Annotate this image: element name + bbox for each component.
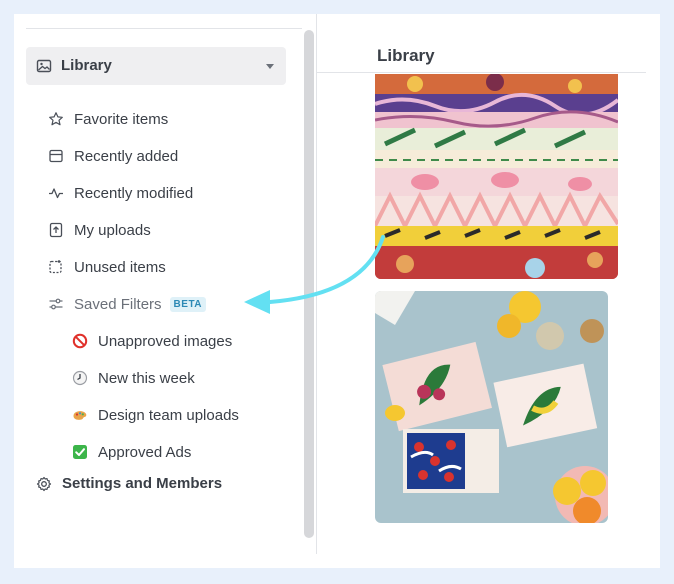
sliders-icon — [49, 298, 63, 310]
filter-item-label: Approved Ads — [98, 443, 192, 461]
library-thumbnail[interactable] — [375, 291, 608, 523]
gear-icon — [36, 476, 52, 491]
filter-item-unapproved-images[interactable]: Unapproved images — [72, 328, 232, 354]
callout-arrow-icon — [244, 235, 385, 314]
unused-icon — [49, 260, 62, 274]
settings-label: Settings and Members — [62, 475, 223, 492]
greeting-cards-image — [375, 291, 608, 523]
palette-icon — [73, 411, 87, 420]
fabric-stack-image — [375, 74, 618, 279]
sidebar-item-label: Recently added — [74, 147, 179, 165]
sidebar-item-label: Recently modified — [74, 184, 194, 202]
sidebar-item-my-uploads[interactable]: My uploads — [48, 217, 151, 243]
prohibited-icon — [72, 333, 88, 349]
filter-item-label: New this week — [98, 369, 195, 387]
filter-item-label: Design team uploads — [98, 406, 239, 424]
beta-badge: BETA — [169, 296, 207, 312]
chevron-down-icon[interactable] — [266, 64, 274, 69]
inbox-icon — [49, 149, 63, 163]
filter-item-label: Unapproved images — [98, 332, 233, 350]
sidebar-item-label: Favorite items — [74, 110, 169, 128]
page-title: Library — [377, 46, 435, 65]
sidebar-item-label: My uploads — [74, 221, 151, 239]
check-icon — [73, 445, 87, 459]
activity-icon — [49, 188, 63, 199]
filter-item-new-this-week[interactable]: New this week — [72, 365, 195, 391]
sidebar-item-saved-filters[interactable]: Saved Filters BETA — [48, 291, 207, 317]
main-header: Library — [317, 14, 646, 73]
sidebar-item-recently-added[interactable]: Recently added — [48, 143, 178, 169]
filter-item-design-team-uploads[interactable]: Design team uploads — [72, 402, 239, 428]
filter-item-approved-ads[interactable]: Approved Ads — [72, 439, 191, 465]
library-icon — [36, 59, 52, 73]
star-icon — [49, 112, 63, 126]
library-label: Library — [61, 57, 112, 74]
sidebar-library-header[interactable]: Library — [26, 47, 286, 85]
sidebar-item-favorite-items[interactable]: Favorite items — [48, 106, 168, 132]
sidebar-item-recently-modified[interactable]: Recently modified — [48, 180, 193, 206]
saved-filters-label: Saved Filters — [74, 295, 162, 313]
sidebar-item-label: Unused items — [74, 258, 166, 276]
upload-icon — [49, 222, 63, 238]
sidebar-item-unused-items[interactable]: Unused items — [48, 254, 166, 280]
sidebar-divider — [26, 28, 302, 29]
settings-and-members[interactable]: Settings and Members — [36, 475, 222, 492]
library-thumbnail[interactable] — [375, 74, 618, 279]
clock-icon — [72, 370, 88, 386]
